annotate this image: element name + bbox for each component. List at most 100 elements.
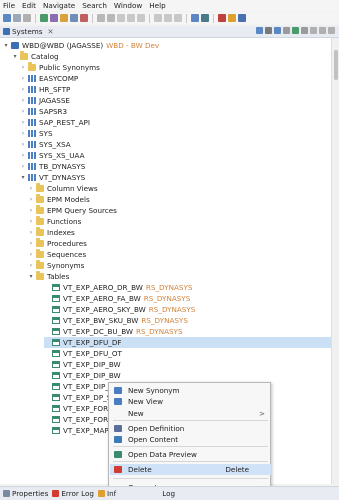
menu-item-delete[interactable]: Delete Delete: [110, 464, 271, 475]
perspective-yellow-icon[interactable]: [228, 14, 236, 22]
menu-file[interactable]: File: [3, 1, 15, 10]
collapsed-icon[interactable]: ›: [20, 163, 26, 170]
menu-item-open-definition[interactable]: Open Definition: [110, 423, 271, 434]
debug-icon[interactable]: [174, 14, 182, 22]
vertical-scrollbar[interactable]: [331, 38, 339, 484]
collapsed-icon[interactable]: ›: [28, 196, 34, 203]
collapsed-icon[interactable]: ›: [20, 119, 26, 126]
forward-icon[interactable]: [107, 14, 115, 22]
menu-item-new[interactable]: New >: [110, 408, 271, 419]
expanded-icon[interactable]: ▾: [3, 42, 9, 49]
tree-row-folder[interactable]: › Sequences: [28, 249, 86, 260]
collapse-all-icon[interactable]: [265, 27, 272, 34]
save-all-icon[interactable]: [23, 14, 31, 22]
menu-edit[interactable]: Edit: [22, 1, 36, 10]
tree-row-catalog[interactable]: ▾ Catalog: [12, 51, 59, 62]
tree-row-folder[interactable]: › Column Views: [28, 183, 98, 194]
menu-item-open-content[interactable]: Open Content: [110, 434, 271, 445]
tree-row-folder[interactable]: › Indexes: [28, 227, 75, 238]
tree-row-table[interactable]: VT_EXP_DIP_BW: [44, 370, 121, 381]
menu-item-new-view[interactable]: New View: [110, 396, 271, 407]
tree-row-schema[interactable]: ▾ VT_DYNASYS: [20, 172, 85, 183]
chevron-down-icon[interactable]: [310, 27, 317, 34]
connect-icon[interactable]: [274, 27, 281, 34]
collapsed-icon[interactable]: ›: [28, 218, 34, 225]
collapsed-icon[interactable]: ›: [20, 108, 26, 115]
nav-icon[interactable]: [117, 14, 125, 22]
maximize-icon[interactable]: [328, 27, 335, 34]
tree-row-schema[interactable]: › SAP_REST_API: [20, 117, 90, 128]
menu-navigate[interactable]: Navigate: [43, 1, 75, 10]
sql-console-icon[interactable]: [40, 14, 48, 22]
collapsed-icon[interactable]: ›: [20, 75, 26, 82]
view-menu-icon[interactable]: [283, 27, 290, 34]
tab-systems[interactable]: Systems ✕: [3, 27, 54, 36]
perspective-sap-icon[interactable]: [201, 14, 209, 22]
tree-row-folder[interactable]: › Synonyms: [28, 260, 84, 271]
collapsed-icon[interactable]: ›: [20, 64, 26, 71]
collapsed-icon[interactable]: ›: [28, 240, 34, 247]
tree-row-schema[interactable]: › SAPSR3: [20, 106, 67, 117]
refresh-icon[interactable]: [70, 14, 78, 22]
perspective-blue-icon[interactable]: [238, 14, 246, 22]
scrollbar-thumb[interactable]: [334, 50, 338, 80]
save-icon[interactable]: [13, 14, 21, 22]
expanded-icon[interactable]: ▾: [20, 174, 26, 181]
link-editor-icon[interactable]: [301, 27, 308, 34]
collapsed-icon[interactable]: ›: [28, 207, 34, 214]
tree-row-table[interactable]: VT_EXP_AERO_FA_BW RS_DYNASYS: [44, 293, 190, 304]
tree-row-schema[interactable]: › SYS: [20, 128, 53, 139]
collapsed-icon[interactable]: ›: [28, 251, 34, 258]
collapsed-icon[interactable]: ›: [28, 229, 34, 236]
collapsed-icon[interactable]: ›: [20, 130, 26, 137]
open-folder-icon[interactable]: [60, 14, 68, 22]
menu-window[interactable]: Window: [114, 1, 142, 10]
tree-row-folder[interactable]: › Functions: [28, 216, 81, 227]
tree-row-folder[interactable]: › EPM Query Sources: [28, 205, 117, 216]
tree-row-schema[interactable]: › Public Synonyms: [20, 62, 100, 73]
tree-row-table[interactable]: VT_EXP_AERO_DR_BW RS_DYNASYS: [44, 282, 192, 293]
menu-item-open-data-preview[interactable]: Open Data Preview: [110, 449, 271, 460]
collapsed-icon[interactable]: ›: [20, 141, 26, 148]
tree-row-schema[interactable]: › TB_DYNASYS: [20, 161, 85, 172]
collapsed-icon[interactable]: ›: [28, 185, 34, 192]
tree-row-table[interactable]: VT_EXP_DIP_BW: [44, 359, 121, 370]
tree-row-table[interactable]: VT_EXP_DFU_DF: [44, 337, 331, 348]
tree-row-table[interactable]: VT_EXP_BW_SKU_BW RS_DYNASYS: [44, 315, 188, 326]
tab-info[interactable]: Inf: [97, 489, 116, 498]
tree-row-folder[interactable]: ▾ Tables: [28, 271, 69, 282]
menu-item-new-synonym[interactable]: New Synonym: [110, 385, 271, 396]
collapsed-icon[interactable]: ›: [28, 262, 34, 269]
collapsed-icon[interactable]: ›: [20, 97, 26, 104]
filter-icon[interactable]: [164, 14, 172, 22]
tree-row-table[interactable]: VT_EXP_DC_BU_BW RS_DYNASYS: [44, 326, 183, 337]
tab-log[interactable]: Log: [162, 489, 175, 498]
minimize-icon[interactable]: [319, 27, 326, 34]
tab-properties[interactable]: Properties: [3, 489, 48, 498]
sql-icon[interactable]: [292, 27, 299, 34]
menu-help[interactable]: Help: [149, 1, 165, 10]
add-system-icon[interactable]: [256, 27, 263, 34]
tree-row-table[interactable]: VT_EXP_DFU_OT: [44, 348, 122, 359]
tree-row-folder[interactable]: › Procedures: [28, 238, 87, 249]
stop-icon[interactable]: [80, 14, 88, 22]
pin-icon[interactable]: [137, 14, 145, 22]
collapsed-icon[interactable]: ›: [20, 86, 26, 93]
tree-row-schema[interactable]: › SYS_XS_UAA: [20, 150, 85, 161]
perspective-switch-icon[interactable]: [191, 14, 199, 22]
tab-error-log[interactable]: Error Log: [52, 489, 94, 498]
expanded-icon[interactable]: ▾: [12, 53, 18, 60]
tree-row-system[interactable]: ▾ WBD@WBD (JAGASSE) WBD - BW Dev: [3, 40, 159, 51]
tree-row-schema[interactable]: › EASYCOMP: [20, 73, 78, 84]
perspective-icon[interactable]: [50, 14, 58, 22]
tree-row-schema[interactable]: › JAGASSE: [20, 95, 70, 106]
menu-search[interactable]: Search: [82, 1, 107, 10]
link-icon[interactable]: [154, 14, 162, 22]
tree-row-table[interactable]: VT_EXP_AERO_SKY_BW RS_DYNASYS: [44, 304, 195, 315]
perspective-red-icon[interactable]: [218, 14, 226, 22]
back-icon[interactable]: [97, 14, 105, 22]
collapsed-icon[interactable]: ›: [20, 152, 26, 159]
expanded-icon[interactable]: ▾: [28, 273, 34, 280]
close-icon[interactable]: ✕: [48, 27, 54, 36]
tree-row-folder[interactable]: › EPM Models: [28, 194, 90, 205]
